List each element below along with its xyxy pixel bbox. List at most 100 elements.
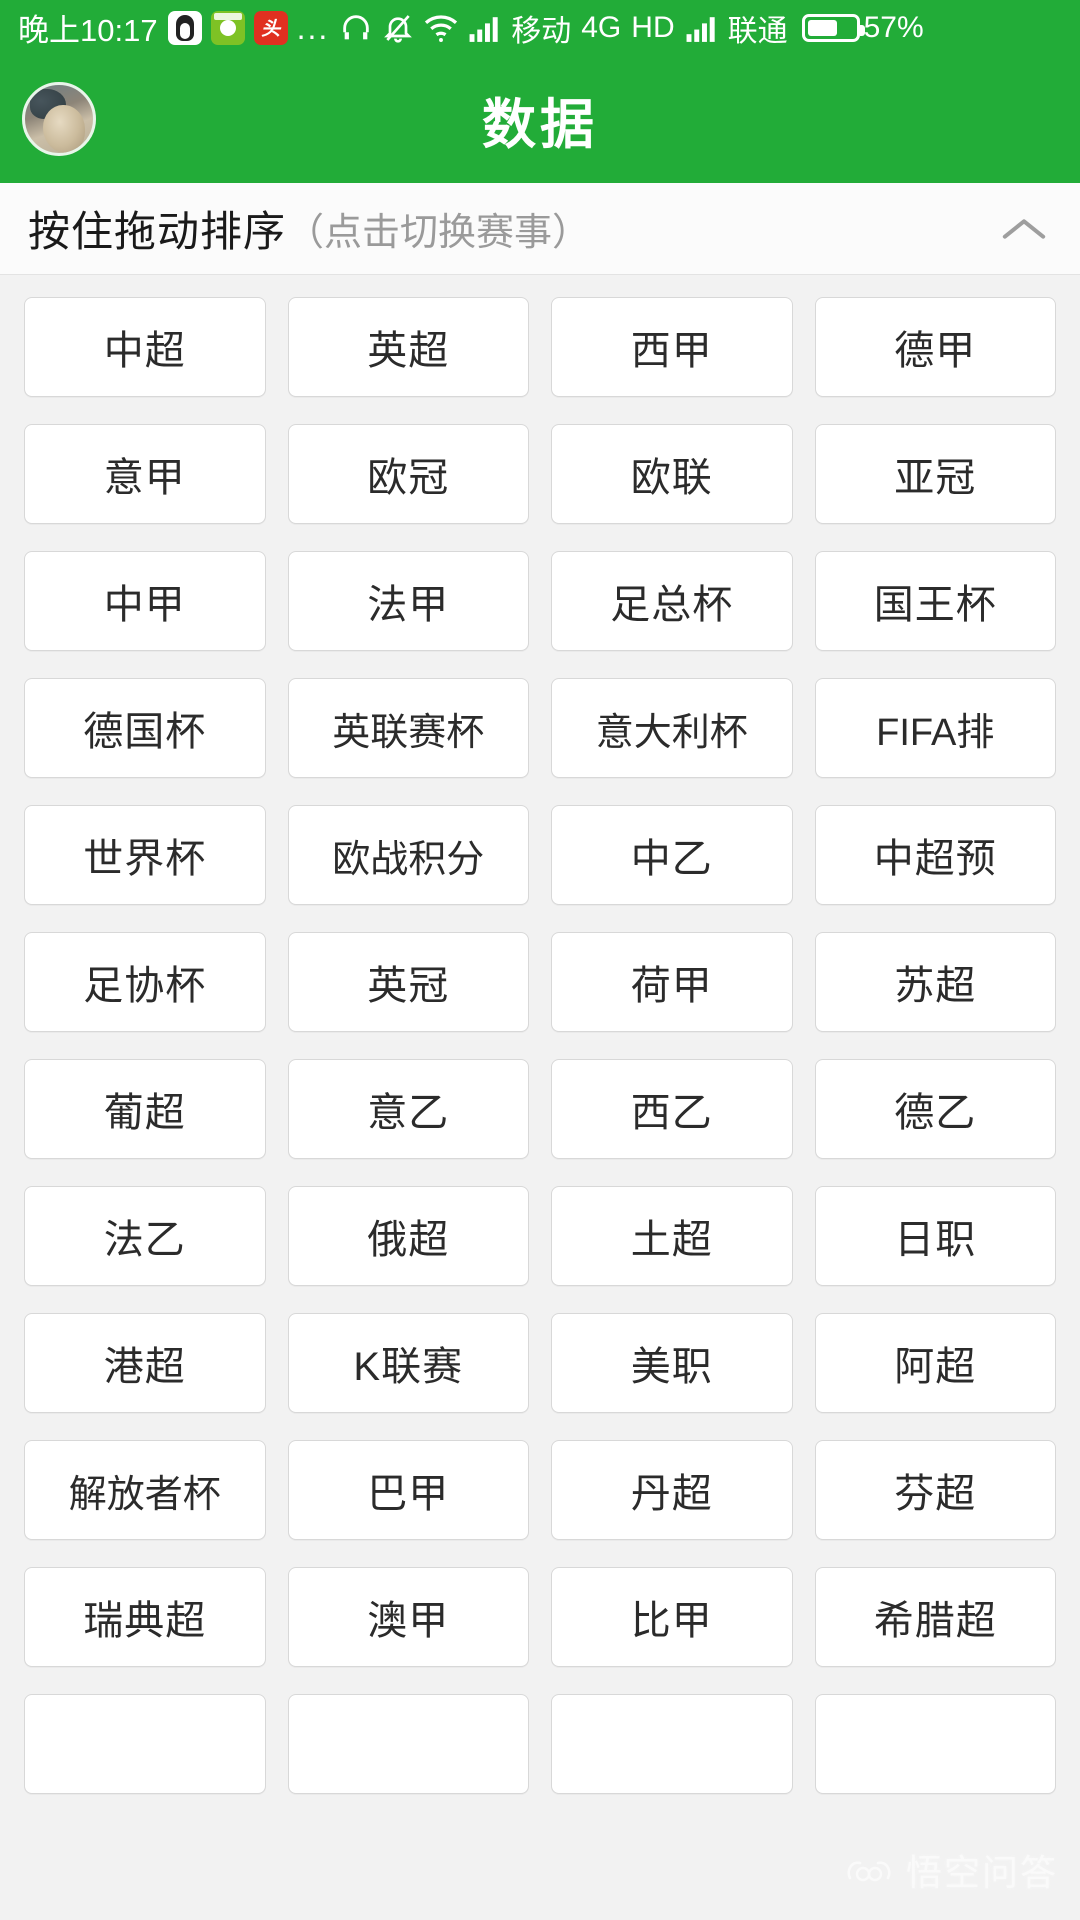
- league-cell-label: 比甲: [630, 1599, 713, 1643]
- league-cell[interactable]: 英联赛杯: [287, 678, 529, 778]
- league-cell[interactable]: 美职: [551, 1313, 793, 1413]
- league-cell-label: 足协杯: [83, 964, 207, 1008]
- league-cell[interactable]: 港超: [24, 1313, 266, 1413]
- league-cell-label: 法乙: [103, 1218, 186, 1262]
- league-cell[interactable]: 阿超: [814, 1313, 1056, 1413]
- league-cell[interactable]: 澳甲: [287, 1567, 529, 1667]
- league-cell[interactable]: 意乙: [287, 1059, 529, 1159]
- league-cell[interactable]: K联赛: [287, 1313, 529, 1413]
- league-cell-label: 中超: [103, 329, 186, 373]
- league-cell[interactable]: 西甲: [551, 297, 793, 397]
- league-cell-label: 西乙: [630, 1091, 713, 1135]
- league-cell[interactable]: 西乙: [551, 1059, 793, 1159]
- league-cell[interactable]: [551, 1694, 793, 1794]
- league-cell-label: K联赛: [353, 1345, 464, 1389]
- league-cell-label: 巴甲: [367, 1472, 450, 1516]
- league-cell-label: 土超: [630, 1218, 713, 1262]
- sort-section-header[interactable]: 按住拖动排序 （点击切换赛事）: [0, 183, 1080, 275]
- chevron-up-icon[interactable]: [996, 201, 1052, 257]
- mute-bell-icon: [382, 11, 414, 45]
- league-cell[interactable]: 葡超: [24, 1059, 266, 1159]
- league-cell-label: 芬超: [894, 1472, 977, 1516]
- league-cell[interactable]: 日职: [814, 1186, 1056, 1286]
- league-cell[interactable]: 德甲: [814, 297, 1056, 397]
- wifi-icon: [423, 13, 459, 43]
- league-cell[interactable]: 英超: [287, 297, 529, 397]
- league-cell[interactable]: 俄超: [287, 1186, 529, 1286]
- signal-icon-2: [685, 13, 719, 43]
- league-cell[interactable]: FIFA排: [814, 678, 1056, 778]
- league-cell[interactable]: [287, 1694, 529, 1794]
- app-root: 晚上10:17 ...: [0, 0, 1080, 1920]
- league-cell[interactable]: 中超: [24, 297, 266, 397]
- league-cell[interactable]: 苏超: [814, 932, 1056, 1032]
- league-cell-label: 英联赛杯: [332, 711, 485, 754]
- league-cell[interactable]: 丹超: [551, 1440, 793, 1540]
- league-cell[interactable]: [814, 1694, 1056, 1794]
- sort-section-title: 按住拖动排序: [28, 208, 287, 255]
- league-cell[interactable]: 英冠: [287, 932, 529, 1032]
- league-cell-label: 俄超: [367, 1218, 450, 1262]
- league-cell[interactable]: 芬超: [814, 1440, 1056, 1540]
- league-cell[interactable]: 中超预: [814, 805, 1056, 905]
- carrier-label-1: 移动: [511, 14, 572, 48]
- league-cell-label: 欧冠: [367, 456, 450, 500]
- league-cell[interactable]: 中乙: [551, 805, 793, 905]
- league-cell-label: 德国杯: [83, 710, 207, 754]
- league-cell-label: 苏超: [894, 964, 977, 1008]
- league-cell-label: 世界杯: [83, 837, 207, 881]
- league-cell-label: 丹超: [630, 1472, 713, 1516]
- league-cell-label: FIFA排: [876, 711, 995, 754]
- league-cell[interactable]: 荷甲: [551, 932, 793, 1032]
- league-cell[interactable]: 中甲: [24, 551, 266, 651]
- league-cell[interactable]: 德乙: [814, 1059, 1056, 1159]
- battery-icon: [801, 13, 865, 42]
- league-cell-label: 国王杯: [873, 583, 997, 627]
- league-cell[interactable]: 德国杯: [24, 678, 266, 778]
- league-cell-label: 意乙: [367, 1091, 450, 1135]
- league-cell[interactable]: 比甲: [551, 1567, 793, 1667]
- league-grid-container: 中超 英超 西甲 德甲意甲 欧冠 欧联 亚冠中甲 法甲 足总杯 国王杯德国杯 英联赛杯 意大利杯 FIF…: [0, 275, 1080, 1920]
- league-cell[interactable]: 巴甲: [287, 1440, 529, 1540]
- league-cell[interactable]: 足总杯: [551, 551, 793, 651]
- league-cell[interactable]: 欧联: [551, 424, 793, 524]
- league-cell-label: 足总杯: [610, 583, 734, 627]
- league-cell-label: 阿超: [894, 1345, 977, 1389]
- league-cell-label: 美职: [630, 1345, 713, 1389]
- league-cell[interactable]: 希腊超: [814, 1567, 1056, 1667]
- app-bar: 数据: [0, 55, 1080, 183]
- league-cell[interactable]: 世界杯: [24, 805, 266, 905]
- league-cell[interactable]: 瑞典超: [24, 1567, 266, 1667]
- league-cell[interactable]: 国王杯: [814, 551, 1056, 651]
- league-cell[interactable]: [24, 1694, 266, 1794]
- league-cell[interactable]: 解放者杯: [24, 1440, 266, 1540]
- carrier-label-2: 联通: [727, 14, 788, 48]
- league-cell[interactable]: 亚冠: [814, 424, 1056, 524]
- league-cell-label: 葡超: [103, 1091, 186, 1135]
- league-cell-label: 港超: [103, 1345, 186, 1389]
- league-cell-label: 日职: [894, 1218, 977, 1262]
- league-cell[interactable]: 意甲: [24, 424, 266, 524]
- league-grid: 中超 英超 西甲 德甲意甲 欧冠 欧联 亚冠中甲 法甲 足总杯 国王杯德国杯 英联赛杯 意大利杯 FIF…: [24, 297, 1056, 1794]
- toutiao-icon: [253, 10, 288, 45]
- league-cell[interactable]: 法甲: [287, 551, 529, 651]
- league-cell[interactable]: 意大利杯: [551, 678, 793, 778]
- headphone-icon: [339, 11, 373, 45]
- hd-label: HD: [631, 10, 675, 44]
- status-bar: 晚上10:17 ...: [0, 0, 1080, 55]
- league-cell-label: 中甲: [103, 583, 186, 627]
- league-cell[interactable]: 土超: [551, 1186, 793, 1286]
- league-cell-label: 意甲: [103, 456, 186, 500]
- league-cell[interactable]: 足协杯: [24, 932, 266, 1032]
- league-cell[interactable]: 法乙: [24, 1186, 266, 1286]
- league-cell-label: 德甲: [894, 329, 977, 373]
- league-cell-label: 荷甲: [630, 964, 713, 1008]
- league-cell[interactable]: 欧战积分: [287, 805, 529, 905]
- sort-section-subtitle: （点击切换赛事）: [286, 212, 591, 254]
- qq-icon: [167, 10, 202, 45]
- page-title: 数据: [482, 94, 598, 155]
- league-cell-label: 瑞典超: [83, 1599, 207, 1643]
- green-app-icon: [210, 10, 245, 45]
- league-cell[interactable]: 欧冠: [287, 424, 529, 524]
- league-cell-label: 英冠: [367, 964, 450, 1008]
